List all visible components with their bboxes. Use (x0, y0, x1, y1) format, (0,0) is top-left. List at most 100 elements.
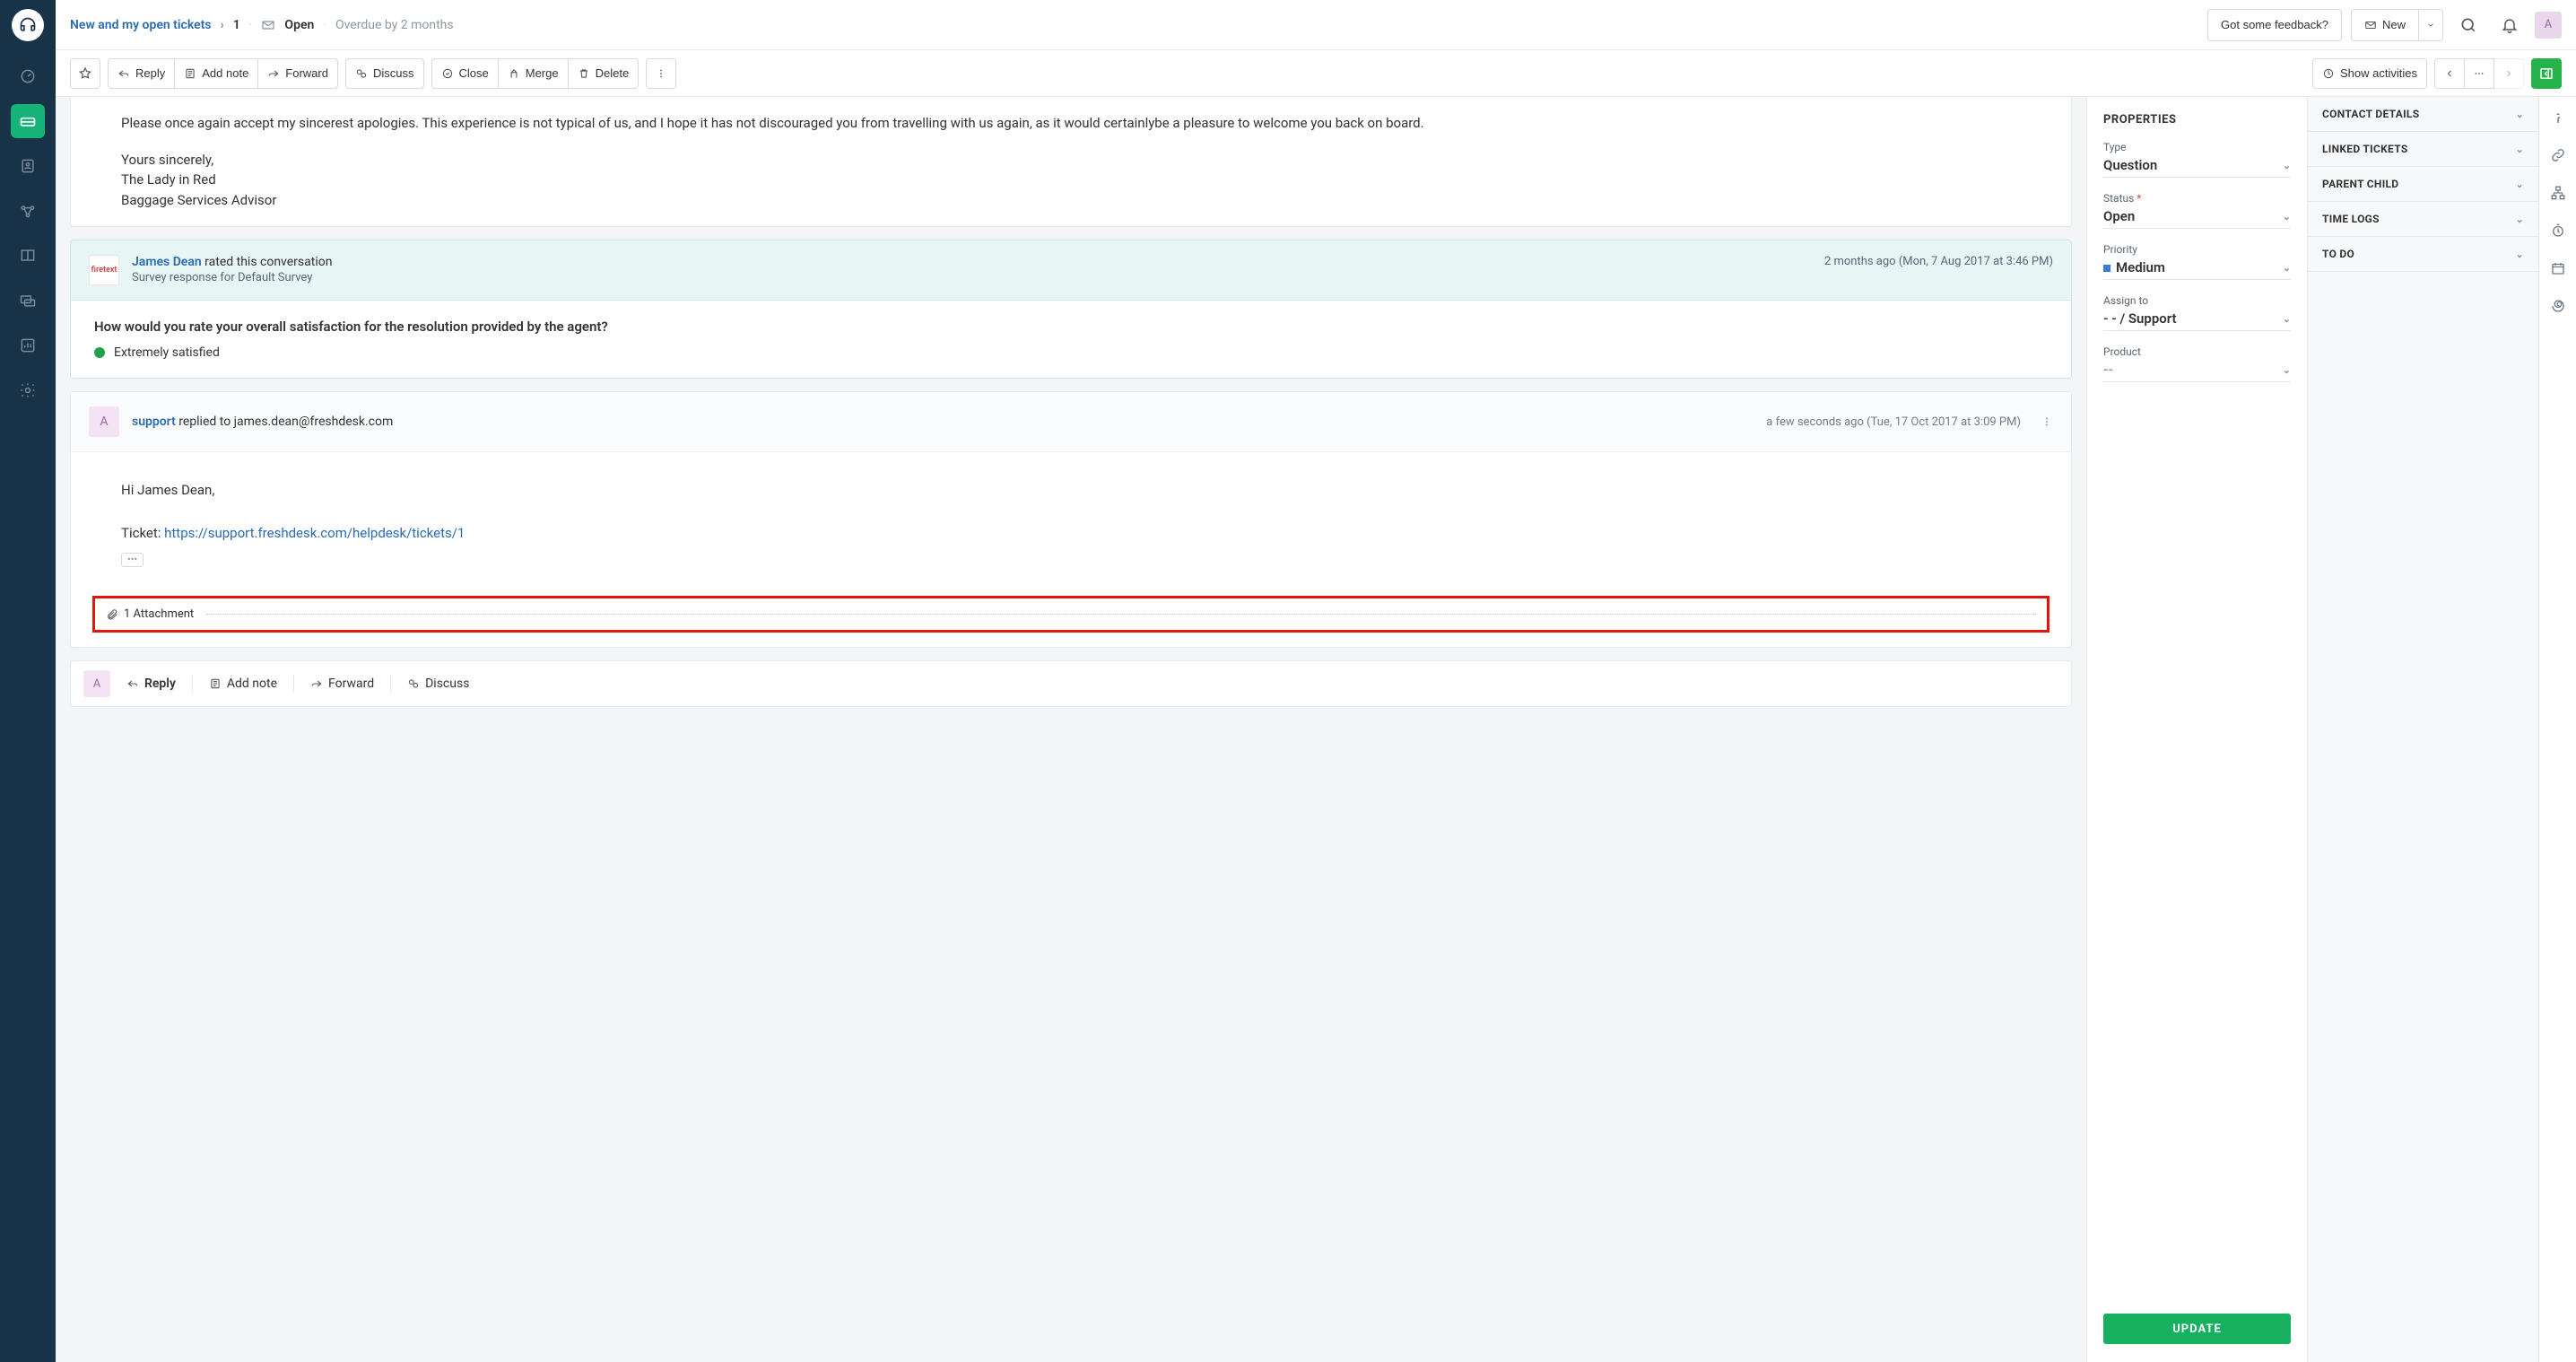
chevron-right-icon: › (221, 18, 224, 32)
breadcrumb-link[interactable]: New and my open tickets (70, 18, 212, 32)
chevron-down-icon: ⌄ (2283, 364, 2291, 376)
product-label: Product (2103, 345, 2291, 358)
section-to-do[interactable]: TO DO⌄ (2308, 237, 2538, 272)
satisfaction-indicator-icon (94, 347, 105, 358)
show-activities-button[interactable]: Show activities (2312, 58, 2427, 89)
expand-quoted-icon[interactable]: ••• (121, 553, 144, 567)
compose-avatar: A (83, 670, 110, 697)
feedback-button[interactable]: Got some feedback? (2207, 9, 2342, 41)
close-button[interactable]: Close (431, 58, 499, 89)
actionbar: Reply Add note Forward Discuss Close Mer… (56, 50, 2576, 97)
compose-bar: A Reply Add note Forward Discuss (70, 660, 2072, 707)
more-actions-button[interactable] (646, 58, 676, 89)
chevron-down-icon: ⌄ (2283, 211, 2291, 223)
details-panel: CONTACT DETAILS⌄ LINKED TICKETS⌄ PARENT … (2307, 97, 2538, 1362)
link-icon[interactable] (2550, 147, 2566, 163)
attachment-bar[interactable]: 1 Attachment (92, 596, 2049, 633)
reply-recipient: james.dean@freshdesk.com (234, 415, 394, 429)
reply-more-icon[interactable] (2041, 415, 2053, 428)
reply-author-link[interactable]: support (132, 415, 176, 429)
nav-social-icon[interactable] (11, 194, 45, 228)
reply-button[interactable]: Reply (108, 58, 175, 89)
nav-reports-icon[interactable] (11, 328, 45, 362)
nav-solutions-icon[interactable] (11, 239, 45, 273)
brand-logo[interactable] (12, 9, 44, 41)
forward-button[interactable]: Forward (257, 58, 338, 89)
chevron-down-icon: ⌄ (2283, 313, 2291, 325)
star-button[interactable] (70, 58, 100, 89)
discuss-button[interactable]: Discuss (345, 58, 424, 89)
calendar-icon[interactable] (2550, 260, 2566, 276)
compose-forward-button[interactable]: Forward (310, 677, 374, 691)
new-button-split: New (2351, 9, 2443, 41)
hierarchy-icon[interactable] (2550, 185, 2566, 201)
reply-ticket-link[interactable]: https://support.freshdesk.com/helpdesk/t… (164, 525, 465, 541)
assign-select[interactable]: - - / Support⌄ (2103, 309, 2291, 331)
timer-icon[interactable] (2550, 223, 2566, 239)
compose-reply-button[interactable]: Reply (126, 677, 176, 691)
priority-dot-icon (2103, 265, 2110, 272)
merge-button[interactable]: Merge (498, 58, 569, 89)
survey-avatar: firetext (89, 255, 119, 285)
attachment-count: 1 Attachment (124, 607, 194, 621)
nav-chat-icon[interactable] (11, 284, 45, 318)
delete-button[interactable]: Delete (568, 58, 640, 89)
nav-dashboard-icon[interactable] (11, 59, 45, 93)
survey-action-text: rated this conversation (202, 255, 333, 269)
message-card: Please once again accept my sincerest ap… (70, 97, 2072, 227)
status-select[interactable]: Open⌄ (2103, 206, 2291, 229)
expand-panel-button[interactable] (2531, 58, 2562, 89)
chevron-down-icon: ⌄ (2283, 262, 2291, 274)
chevron-down-icon: ⌄ (2515, 144, 2524, 155)
nav-contacts-icon[interactable] (11, 149, 45, 183)
survey-answer: Extremely satisfied (94, 345, 2048, 360)
compose-discuss-button[interactable]: Discuss (407, 677, 469, 691)
ticket-number: 1 (233, 18, 240, 32)
user-avatar[interactable]: A (2535, 12, 2562, 39)
prev-ticket-button[interactable] (2434, 58, 2465, 89)
priority-label: Priority (2103, 243, 2291, 256)
right-rail (2538, 97, 2576, 1362)
nav-settings-icon[interactable] (11, 373, 45, 407)
section-linked-tickets[interactable]: LINKED TICKETS⌄ (2308, 132, 2538, 167)
status-open: Open (284, 18, 314, 32)
product-select[interactable]: --⌄ (2103, 360, 2291, 382)
envelope-icon (261, 18, 275, 32)
priority-select[interactable]: Medium⌄ (2103, 258, 2291, 280)
reply-timestamp: a few seconds ago (Tue, 17 Oct 2017 at 3… (1766, 415, 2021, 429)
survey-subtitle: Survey response for Default Survey (132, 271, 1812, 284)
info-icon[interactable] (2550, 109, 2566, 126)
type-label: Type (2103, 141, 2291, 153)
section-time-logs[interactable]: TIME LOGS⌄ (2308, 202, 2538, 237)
survey-author-link[interactable]: James Dean (132, 255, 202, 269)
type-select[interactable]: Question⌄ (2103, 155, 2291, 178)
dot-separator: · (249, 18, 253, 32)
update-button[interactable]: UPDATE (2103, 1314, 2291, 1344)
dot-separator: · (323, 18, 326, 32)
nav-tickets-icon[interactable] (11, 104, 45, 138)
new-dropdown-button[interactable] (2418, 9, 2443, 41)
section-contact-details[interactable]: CONTACT DETAILS⌄ (2308, 97, 2538, 132)
survey-question: How would you rate your overall satisfac… (94, 319, 2048, 335)
search-icon[interactable] (2452, 9, 2485, 41)
more-nav-button[interactable] (2464, 58, 2494, 89)
chevron-down-icon: ⌄ (2283, 160, 2291, 171)
status-label: Status * (2103, 192, 2291, 205)
chevron-down-icon: ⌄ (2515, 109, 2524, 120)
next-ticket-button[interactable] (2493, 58, 2524, 89)
new-button[interactable]: New (2351, 9, 2418, 41)
section-parent-child[interactable]: PARENT CHILD⌄ (2308, 167, 2538, 202)
assign-label: Assign to (2103, 294, 2291, 307)
left-nav (0, 0, 56, 1362)
replied-to-label: replied to (176, 415, 234, 429)
survey-timestamp: 2 months ago (Mon, 7 Aug 2017 at 3:46 PM… (1824, 255, 2053, 268)
compose-add-note-button[interactable]: Add note (209, 677, 277, 691)
bell-icon[interactable] (2493, 9, 2526, 41)
reply-ticket-label: Ticket: (121, 525, 164, 541)
chevron-down-icon: ⌄ (2515, 179, 2524, 190)
add-note-button[interactable]: Add note (174, 58, 258, 89)
chevron-down-icon: ⌄ (2515, 214, 2524, 225)
chevron-down-icon: ⌄ (2515, 249, 2524, 260)
swirl-icon[interactable] (2550, 298, 2566, 314)
properties-panel: PROPERTIES Type Question⌄ Status * Open⌄… (2086, 97, 2307, 1362)
